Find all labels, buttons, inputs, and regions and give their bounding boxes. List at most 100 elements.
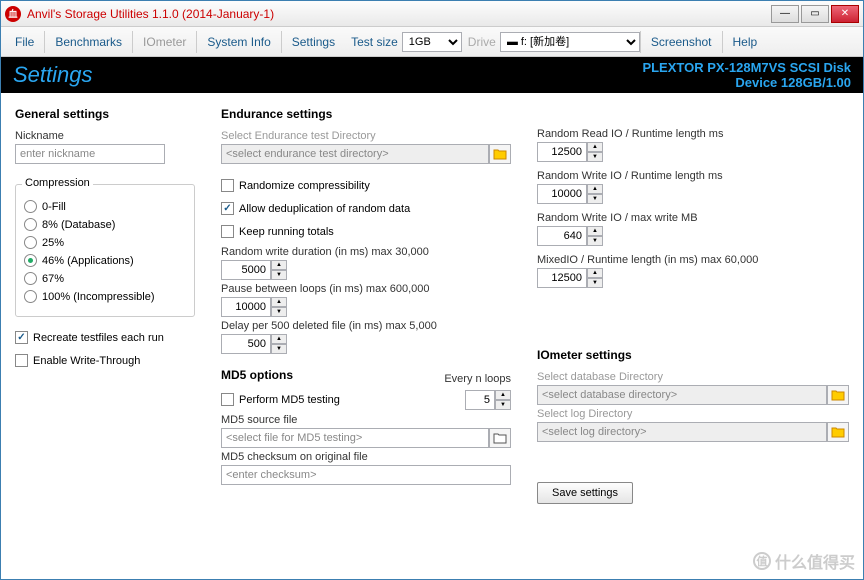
keep-totals-label: Keep running totals bbox=[239, 226, 334, 238]
drive-dropdown[interactable]: ▬ f: [新加卷] bbox=[500, 32, 640, 52]
menu-settings[interactable]: Settings bbox=[281, 31, 345, 53]
drive-label: Drive bbox=[462, 35, 500, 49]
radio-46pct[interactable]: 46% (Applications) bbox=[24, 254, 186, 267]
endurance-dir-input[interactable] bbox=[221, 144, 489, 164]
folder-icon bbox=[493, 432, 507, 444]
iometer-log-label: Select log Directory bbox=[537, 408, 849, 420]
rwmax-input[interactable] bbox=[537, 226, 587, 246]
rwmax-label: Random Write IO / max write MB bbox=[537, 212, 849, 224]
pause-input[interactable] bbox=[221, 297, 271, 317]
keep-totals-checkbox[interactable]: Keep running totals bbox=[221, 225, 511, 238]
menu-iometer[interactable]: IOmeter bbox=[132, 31, 196, 53]
md5-heading: MD5 options bbox=[221, 368, 293, 382]
folder-icon bbox=[831, 389, 845, 401]
folder-icon bbox=[493, 148, 507, 160]
spin-up[interactable]: ▲ bbox=[587, 184, 603, 194]
radio-67pct-label: 67% bbox=[42, 273, 64, 285]
folder-icon bbox=[831, 426, 845, 438]
app-icon: 血 bbox=[5, 6, 21, 22]
radio-100pct[interactable]: 100% (Incompressible) bbox=[24, 290, 186, 303]
menu-screenshot[interactable]: Screenshot bbox=[640, 31, 722, 53]
spin-down[interactable]: ▼ bbox=[271, 344, 287, 354]
delay-input[interactable] bbox=[221, 334, 271, 354]
spin-down[interactable]: ▼ bbox=[587, 278, 603, 288]
radio-100pct-label: 100% (Incompressible) bbox=[42, 291, 155, 303]
md5-source-label: MD5 source file bbox=[221, 414, 511, 426]
titlebar: 血 Anvil's Storage Utilities 1.1.0 (2014-… bbox=[1, 1, 863, 27]
radio-0fill-label: 0-Fill bbox=[42, 201, 66, 213]
spin-down[interactable]: ▼ bbox=[495, 400, 511, 410]
spin-down[interactable]: ▼ bbox=[587, 152, 603, 162]
dedup-label: Allow deduplication of random data bbox=[239, 203, 410, 215]
spin-up[interactable]: ▲ bbox=[587, 226, 603, 236]
device-info: Device 128GB/1.00 bbox=[642, 75, 851, 90]
spin-down[interactable]: ▼ bbox=[587, 194, 603, 204]
recreate-checkbox[interactable]: Recreate testfiles each run bbox=[15, 331, 195, 344]
spin-up[interactable]: ▲ bbox=[271, 334, 287, 344]
pause-label: Pause between loops (in ms) max 600,000 bbox=[221, 283, 511, 295]
menu-help[interactable]: Help bbox=[722, 31, 768, 53]
minimize-button[interactable]: — bbox=[771, 5, 799, 23]
banner: Settings PLEXTOR PX-128M7VS SCSI Disk De… bbox=[1, 57, 863, 93]
iometer-db-browse[interactable] bbox=[827, 385, 849, 405]
spin-down[interactable]: ▼ bbox=[587, 236, 603, 246]
radio-67pct[interactable]: 67% bbox=[24, 272, 186, 285]
spin-down[interactable]: ▼ bbox=[271, 307, 287, 317]
delay-label: Delay per 500 deleted file (in ms) max 5… bbox=[221, 320, 511, 332]
radio-8pct[interactable]: 8% (Database) bbox=[24, 218, 186, 231]
maximize-button[interactable]: ▭ bbox=[801, 5, 829, 23]
randomize-label: Randomize compressibility bbox=[239, 180, 370, 192]
every-n-input[interactable] bbox=[465, 390, 495, 410]
mixed-input[interactable] bbox=[537, 268, 587, 288]
write-through-checkbox[interactable]: Enable Write-Through bbox=[15, 354, 195, 367]
md5-source-input[interactable] bbox=[221, 428, 489, 448]
iometer-db-label: Select database Directory bbox=[537, 371, 849, 383]
nickname-input[interactable] bbox=[15, 144, 165, 164]
spin-up[interactable]: ▲ bbox=[271, 260, 287, 270]
mixed-label: MixedIO / Runtime length (in ms) max 60,… bbox=[537, 254, 849, 266]
md5-perform-checkbox[interactable]: Perform MD5 testing bbox=[221, 393, 340, 406]
iometer-log-browse[interactable] bbox=[827, 422, 849, 442]
iometer-log-input[interactable] bbox=[537, 422, 827, 442]
md5-source-browse[interactable] bbox=[489, 428, 511, 448]
rr-input[interactable] bbox=[537, 142, 587, 162]
spin-up[interactable]: ▲ bbox=[587, 268, 603, 278]
rw-duration-label: Random write duration (in ms) max 30,000 bbox=[221, 246, 511, 258]
test-size-label: Test size bbox=[345, 35, 402, 49]
compression-heading: Compression bbox=[22, 177, 93, 189]
menu-file[interactable]: File bbox=[5, 31, 44, 53]
spin-up[interactable]: ▲ bbox=[271, 297, 287, 307]
md5-checksum-input[interactable] bbox=[221, 465, 511, 485]
endurance-heading: Endurance settings bbox=[221, 107, 511, 121]
radio-46pct-label: 46% (Applications) bbox=[42, 255, 134, 267]
rw-input[interactable] bbox=[537, 184, 587, 204]
write-through-label: Enable Write-Through bbox=[33, 355, 140, 367]
radio-25pct[interactable]: 25% bbox=[24, 236, 186, 249]
endurance-dir-browse[interactable] bbox=[489, 144, 511, 164]
iometer-db-input[interactable] bbox=[537, 385, 827, 405]
md5-checksum-label: MD5 checksum on original file bbox=[221, 451, 511, 463]
device-name: PLEXTOR PX-128M7VS SCSI Disk bbox=[642, 60, 851, 75]
iometer-heading: IOmeter settings bbox=[537, 348, 849, 362]
spin-up[interactable]: ▲ bbox=[495, 390, 511, 400]
recreate-label: Recreate testfiles each run bbox=[33, 332, 164, 344]
spin-down[interactable]: ▼ bbox=[271, 270, 287, 280]
menubar: File Benchmarks IOmeter System Info Sett… bbox=[1, 27, 863, 57]
radio-0fill[interactable]: 0-Fill bbox=[24, 200, 186, 213]
save-settings-button[interactable]: Save settings bbox=[537, 482, 633, 504]
radio-25pct-label: 25% bbox=[42, 237, 64, 249]
window-title: Anvil's Storage Utilities 1.1.0 (2014-Ja… bbox=[27, 7, 771, 21]
general-heading: General settings bbox=[15, 107, 195, 121]
randomize-checkbox[interactable]: Randomize compressibility bbox=[221, 179, 511, 192]
banner-title: Settings bbox=[13, 62, 642, 88]
menu-system-info[interactable]: System Info bbox=[196, 31, 280, 53]
menu-benchmarks[interactable]: Benchmarks bbox=[44, 31, 132, 53]
close-button[interactable]: ✕ bbox=[831, 5, 859, 23]
rw-label: Random Write IO / Runtime length ms bbox=[537, 170, 849, 182]
rw-duration-input[interactable] bbox=[221, 260, 271, 280]
rr-label: Random Read IO / Runtime length ms bbox=[537, 128, 849, 140]
nickname-label: Nickname bbox=[15, 130, 195, 142]
spin-up[interactable]: ▲ bbox=[587, 142, 603, 152]
test-size-dropdown[interactable]: 1GB bbox=[402, 32, 462, 52]
dedup-checkbox[interactable]: Allow deduplication of random data bbox=[221, 202, 511, 215]
